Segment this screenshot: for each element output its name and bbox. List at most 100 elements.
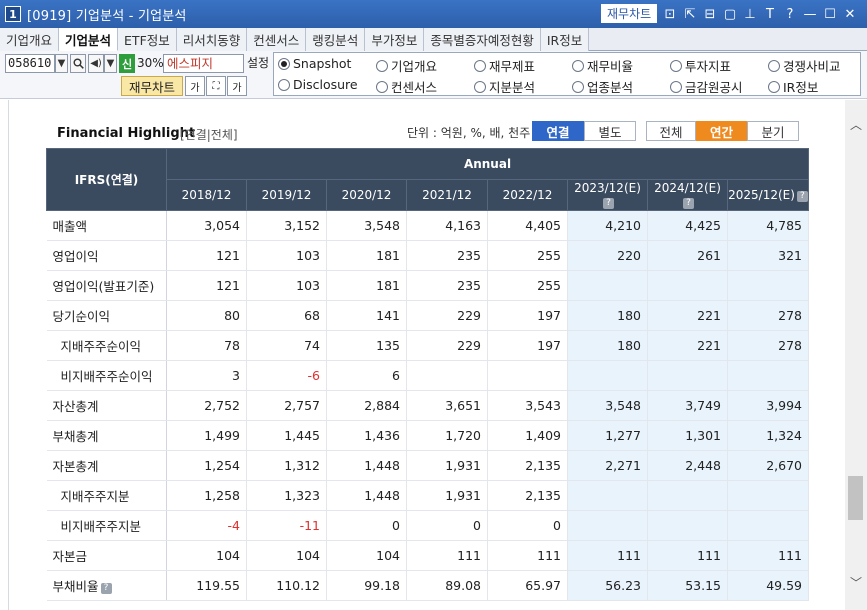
period-quarter-toggle[interactable]: 분기 <box>747 121 799 141</box>
radio-label: 투자지표 <box>685 59 732 74</box>
radio-label: 지분분석 <box>489 80 536 95</box>
table-row: 영업이익 121 103 181 235 255 220 261 321 <box>46 240 810 271</box>
search-button[interactable] <box>70 54 86 73</box>
view-radio-group: Snapshot 기업개요 재무제표 재무비율 투자지표 경쟁사비교 Disclosure 컨… <box>273 52 861 96</box>
font-increase-button[interactable]: 가 <box>227 76 247 96</box>
table-cell: 104 <box>166 540 247 571</box>
maximize-icon[interactable]: ☐ <box>820 7 840 22</box>
tab-5[interactable]: 랭킹분석 <box>306 28 366 51</box>
help-icon[interactable]: ? <box>683 198 694 209</box>
table-cell: 78 <box>166 330 247 361</box>
minimize-icon[interactable]: — <box>800 7 820 22</box>
table-cell: 1,448 <box>326 450 407 481</box>
radio-2[interactable]: 재무제표 <box>474 56 535 75</box>
radio-button-icon[interactable] <box>572 80 584 93</box>
consolidated-toggle[interactable]: 연결 <box>532 121 584 141</box>
tab-0[interactable]: 기업개요 <box>0 28 60 51</box>
stock-name-field[interactable]: 에스피지 <box>163 54 244 73</box>
title-financial-chart-button[interactable]: 재무차트 <box>601 4 658 23</box>
scroll-up-icon[interactable]: ︿ <box>849 116 863 132</box>
period-annual-toggle[interactable]: 연간 <box>696 121 747 141</box>
radio-button-icon[interactable] <box>768 59 780 72</box>
radio-button-icon[interactable] <box>376 80 388 93</box>
table-cell: 65.97 <box>487 570 568 601</box>
help-icon[interactable]: ? <box>796 191 808 202</box>
table-cell <box>647 360 728 391</box>
font-decrease-button[interactable]: 가 <box>185 76 205 96</box>
radio-11[interactable]: IR정보 <box>768 77 818 96</box>
vertical-scrollbar[interactable]: ︿ ﹀ <box>845 100 867 610</box>
radio-5[interactable]: 경쟁사비교 <box>768 56 841 75</box>
financial-chart-button[interactable]: 재무차트 <box>121 76 183 96</box>
radio-3[interactable]: 재무비율 <box>572 56 633 75</box>
radio-6[interactable]: Disclosure <box>278 77 358 92</box>
table-cell: -11 <box>246 510 327 541</box>
table-cell: 3,651 <box>406 390 488 421</box>
row-label-text: 영업이익 <box>52 249 99 264</box>
setting-link[interactable]: 설정 <box>247 54 269 73</box>
radio-9[interactable]: 업종분석 <box>572 77 633 96</box>
radio-button-icon[interactable] <box>768 80 780 93</box>
link-icon[interactable]: ⇱ <box>680 7 700 22</box>
row-label: 자본총계 <box>46 450 167 481</box>
radio-7[interactable]: 컨센서스 <box>376 77 437 96</box>
radio-button-icon[interactable] <box>670 80 682 93</box>
popup-icon[interactable]: ⊟ <box>700 7 720 22</box>
table-cell <box>567 360 648 391</box>
margin-rate: 30% <box>137 56 164 70</box>
radio-button-icon[interactable] <box>376 59 388 72</box>
table-cell: 1,931 <box>406 450 488 481</box>
help-icon[interactable]: ? <box>100 583 112 594</box>
row-label: 영업이익 <box>46 240 167 271</box>
radio-label: 경쟁사비교 <box>783 59 841 74</box>
radio-button-icon[interactable] <box>474 80 486 93</box>
tab-7[interactable]: 종목별증자예정현황 <box>424 28 541 51</box>
sound-button[interactable]: ◀) <box>88 54 104 73</box>
table-cell: 278 <box>727 300 810 331</box>
table-cell: 111 <box>567 540 648 571</box>
stock-code-input[interactable]: 058610 <box>5 54 55 73</box>
chart-icon[interactable]: ⊡ <box>660 7 680 22</box>
tab-3[interactable]: 리서치동향 <box>176 28 248 51</box>
table-cell: 111 <box>647 540 728 571</box>
tab-1[interactable]: 기업분석 <box>59 28 119 51</box>
expand-button[interactable]: ⛶ <box>206 76 226 96</box>
table-cell: 3,543 <box>487 390 568 421</box>
period-all-toggle[interactable]: 전체 <box>646 121 696 141</box>
radio-button-icon[interactable] <box>474 59 486 72</box>
table-row: 부채총계 1,499 1,445 1,436 1,720 1,409 1,277 1,301 1… <box>46 420 810 451</box>
table-cell: 321 <box>727 240 810 271</box>
tab-4[interactable]: 컨센서스 <box>247 28 307 51</box>
pin-icon[interactable]: ⊥ <box>740 7 760 22</box>
row-label-text: 당기순이익 <box>52 309 111 324</box>
tab-8[interactable]: IR정보 <box>540 28 590 51</box>
radio-button-icon[interactable] <box>278 78 290 91</box>
radio-4[interactable]: 투자지표 <box>670 56 731 75</box>
row-label-text: 영업이익(발표기준) <box>52 279 155 294</box>
radio-0[interactable]: Snapshot <box>278 56 351 71</box>
help-icon[interactable]: ? <box>780 7 800 22</box>
radio-10[interactable]: 금감원공시 <box>670 77 743 96</box>
radio-button-icon[interactable] <box>670 59 682 72</box>
separate-toggle[interactable]: 별도 <box>584 121 636 141</box>
row-label: 매출액 <box>46 210 167 241</box>
scroll-down-icon[interactable]: ﹀ <box>849 574 863 590</box>
scrollbar-thumb[interactable] <box>848 476 863 520</box>
window-number-badge: 1 <box>5 6 21 22</box>
tab-2[interactable]: ETF정보 <box>118 28 177 51</box>
table-cell <box>567 270 648 301</box>
close-icon[interactable]: ✕ <box>840 7 860 22</box>
table-cell: 89.08 <box>406 570 488 601</box>
table-cell: 2,135 <box>487 450 568 481</box>
tab-6[interactable]: 부가정보 <box>365 28 425 51</box>
font-icon[interactable]: T <box>760 7 780 22</box>
help-icon[interactable]: ? <box>603 198 614 209</box>
sound-dropdown-button[interactable]: ▼ <box>104 54 117 73</box>
radio-button-icon[interactable] <box>278 57 290 70</box>
radio-8[interactable]: 지분분석 <box>474 77 535 96</box>
radio-1[interactable]: 기업개요 <box>376 56 437 75</box>
code-dropdown-button[interactable]: ▼ <box>55 54 68 73</box>
financial-highlight-title: Financial Highlight <box>57 126 196 141</box>
restore-icon[interactable]: ▢ <box>720 7 740 22</box>
radio-button-icon[interactable] <box>572 59 584 72</box>
